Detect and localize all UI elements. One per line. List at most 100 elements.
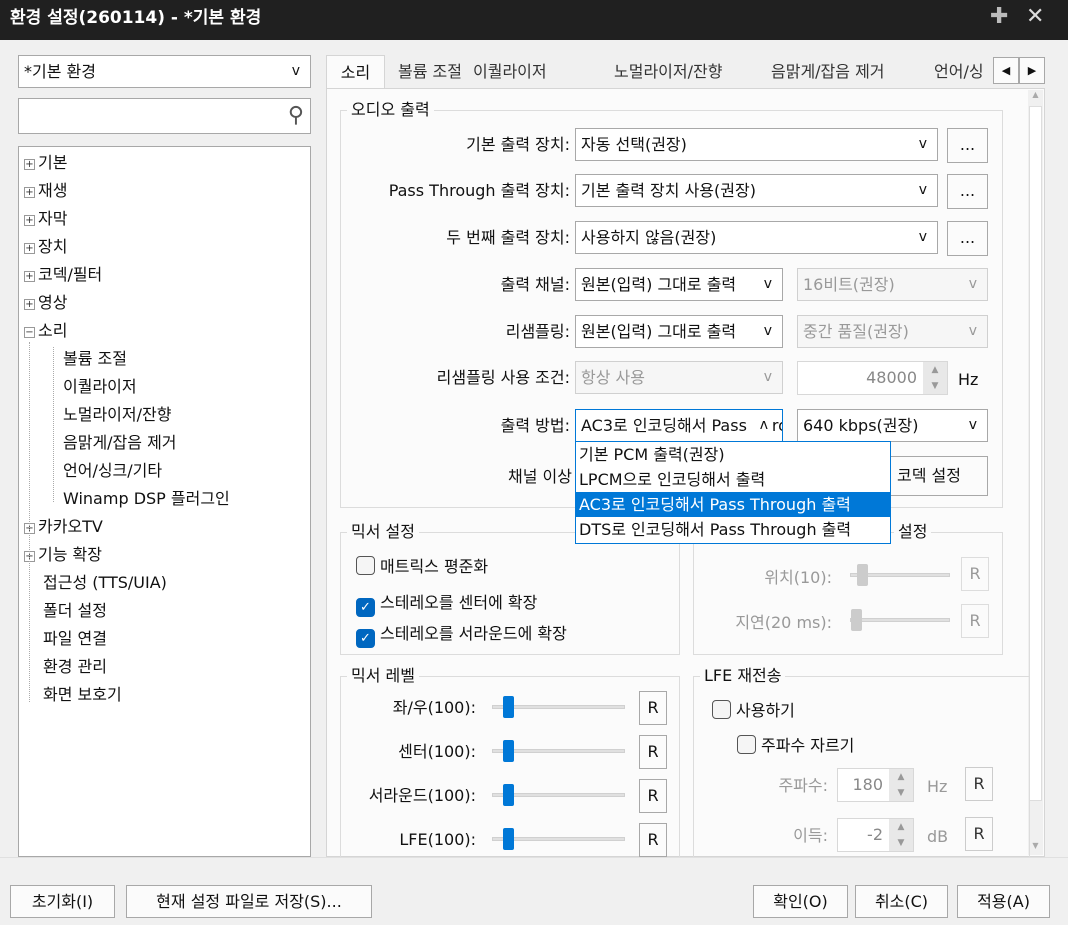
cancel-button[interactable]: 취소(C) [855,885,948,918]
level-slider-thumb[interactable] [503,696,514,718]
tab-volume[interactable]: 볼륨 조절 [398,55,462,88]
center-expand-checkbox[interactable]: ✓ 스테레오를 센터에 확장 [356,589,537,617]
surround-expand-checkbox[interactable]: ✓ 스테레오를 서라운드에 확장 [356,620,567,648]
gain-spinbox[interactable]: -2 ▲ ▼ [837,818,914,852]
level-slider-thumb[interactable] [503,740,514,762]
reset-button[interactable]: 초기화(I) [10,885,115,918]
position-label: 위치(10): [764,568,832,587]
expand-icon[interactable]: + [24,159,35,170]
level-slider-thumb[interactable] [503,828,514,850]
method-dropdown-list: 기본 PCM 출력(권장) LPCM으로 인코딩해서 출력 AC3로 인코딩해서… [575,441,891,544]
level-reset-button[interactable]: R [639,691,667,725]
method-label: 출력 방법: [500,416,570,435]
freq-spinbox[interactable]: 180 ▲ ▼ [837,768,914,802]
tab-sound[interactable]: 소리 [326,55,385,88]
save-settings-button[interactable]: 현재 설정 파일로 저장(S)... [126,885,372,918]
tree-item[interactable]: 파일 연결 [43,625,107,653]
default-device-select[interactable]: 자동 선택(권장) v [575,128,938,161]
matrix-checkbox[interactable]: 매트릭스 평준화 [356,553,488,577]
passthrough-more-button[interactable]: ... [947,174,988,209]
tree-child-item[interactable]: 볼륨 조절 [63,345,127,373]
level-reset-button[interactable]: R [639,735,667,769]
close-icon[interactable]: ✕ [1026,4,1044,29]
tree-item[interactable]: + 재생 [24,177,67,205]
position-slider-thumb[interactable] [857,564,868,586]
delay-slider-thumb[interactable] [851,609,862,631]
profile-value: *기본 환경 [24,62,96,81]
tree-item[interactable]: + 자막 [24,205,67,233]
tab-language[interactable]: 언어/싱 [934,55,992,88]
freq-cut-checkbox[interactable]: 주파수 자르기 [737,732,854,756]
option-ac3[interactable]: AC3로 인코딩해서 Pass Through 출력 [576,492,890,517]
passthrough-select[interactable]: 기본 출력 장치 사용(권장) v [575,174,938,207]
level-reset-button[interactable]: R [639,779,667,813]
level-label: LFE(100): [399,830,476,849]
scrollbar-thumb[interactable] [1029,106,1042,801]
tree-item[interactable]: 접근성 (TTS/UIA) [43,569,167,597]
delay-reset-button[interactable]: R [961,604,989,638]
quality-select[interactable]: 중간 품질(권장) v [797,315,988,348]
second-device-label: 두 번째 출력 장치: [446,228,570,247]
scrollbar[interactable]: ▲ ▼ [1028,90,1043,855]
chevron-up-icon: ʌ [749,410,772,441]
bits-select[interactable]: 16비트(권장) v [797,268,988,301]
pin-icon[interactable]: ✚ [990,4,1008,29]
expand-icon[interactable]: + [24,271,35,282]
group-title: 믹서 설정 [347,521,419,543]
tree-item[interactable]: 환경 관리 [43,653,107,681]
sample-rate-spinbox[interactable]: 48000 ▲ ▼ [797,361,948,395]
option-lpcm[interactable]: LPCM으로 인코딩해서 출력 [576,467,890,492]
ok-button[interactable]: 확인(O) [753,885,848,918]
tree-item[interactable]: + 기능 확장 [24,541,102,569]
tree-child-item[interactable]: 언어/싱크/기타 [63,457,162,485]
resample-select[interactable]: 원본(입력) 그대로 출력 v [575,315,783,348]
expand-icon[interactable]: + [24,215,35,226]
search-input[interactable]: ⚲ [18,98,311,134]
tree-item-sound[interactable]: − 소리 [24,317,67,345]
tree-item[interactable]: 화면 보호기 [43,681,122,709]
tab-scroll-right[interactable]: ▶ [1019,57,1045,84]
position-reset-button[interactable]: R [961,557,989,591]
tab-scroll-left[interactable]: ◀ [993,57,1019,84]
default-device-more-button[interactable]: ... [947,128,988,163]
delay-slider[interactable] [850,618,950,622]
expand-icon[interactable]: − [24,327,35,338]
tree-item[interactable]: + 기본 [24,149,67,177]
expand-icon[interactable]: + [24,187,35,198]
tab-equalizer[interactable]: 이퀄라이저 [473,55,547,88]
search-icon[interactable]: ⚲ [288,100,304,131]
freq-reset-button[interactable]: R [965,767,993,801]
apply-button[interactable]: 적용(A) [957,885,1050,918]
second-device-select[interactable]: 사용하지 않음(권장) v [575,221,938,254]
checkmark-icon: ✓ [356,629,375,648]
expand-icon[interactable]: + [24,299,35,310]
level-slider-thumb[interactable] [503,784,514,806]
resample-label: 리샘플링: [505,322,570,341]
lfe-use-checkbox[interactable]: 사용하기 [712,697,795,721]
tree-item[interactable]: + 영상 [24,289,67,317]
level-label: 센터(100): [398,742,476,761]
method-select[interactable]: AC3로 인코딩해서 Pass Through 출력ʌ [575,409,783,442]
second-device-more-button[interactable]: ... [947,221,988,256]
tree-child-item[interactable]: Winamp DSP 플러그인 [63,485,230,513]
tree-item[interactable]: + 코덱/필터 [24,261,102,289]
resample-cond-select[interactable]: 항상 사용 v [575,361,783,394]
bitrate-select[interactable]: 640 kbps(권장) v [797,409,988,442]
tree-child-item[interactable]: 이퀄라이저 [63,373,137,401]
tab-denoise[interactable]: 음맑게/잡음 제거 [771,55,885,88]
tab-normalizer[interactable]: 노멀라이저/잔향 [614,55,722,88]
channel-select[interactable]: 원본(입력) 그대로 출력 v [575,268,783,301]
tree-item[interactable]: + 장치 [24,233,67,261]
expand-icon[interactable]: + [24,243,35,254]
chevron-down-icon: v [759,316,772,347]
group-title: LFE 재전송 [700,665,786,687]
option-pcm[interactable]: 기본 PCM 출력(권장) [576,442,890,467]
tree-child-item[interactable]: 음맑게/잡음 제거 [63,429,177,457]
level-reset-button[interactable]: R [639,823,667,857]
tree-child-item[interactable]: 노멀라이저/잔향 [63,401,171,429]
option-dts[interactable]: DTS로 인코딩해서 Pass Through 출력 [576,517,890,542]
gain-reset-button[interactable]: R [965,817,993,851]
tree-item[interactable]: + 카카오TV [24,513,103,541]
profile-select[interactable]: *기본 환경 v [18,55,311,88]
tree-item[interactable]: 폴더 설정 [43,597,107,625]
